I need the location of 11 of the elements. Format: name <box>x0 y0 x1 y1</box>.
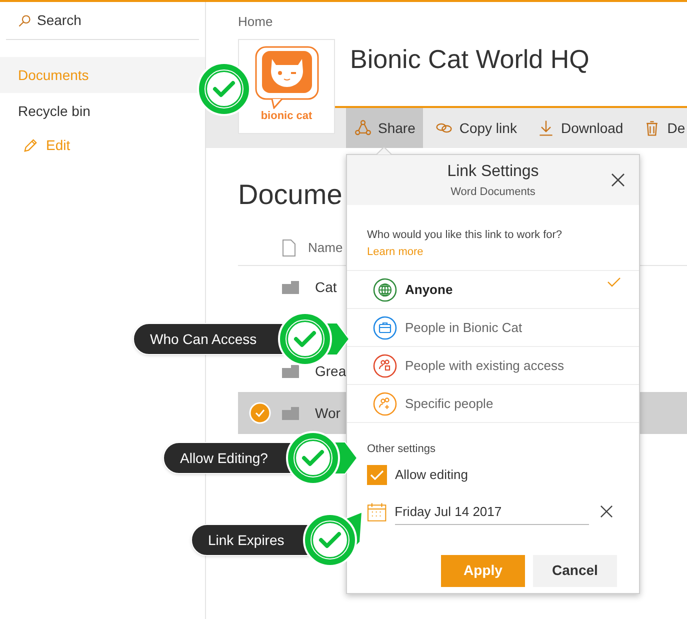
prompt-text: Who would you like this link to work for? Learn more <box>367 229 562 258</box>
file-name: Wor <box>315 404 340 422</box>
file-name: Grea <box>315 362 346 380</box>
site-title: Bionic Cat World HQ <box>350 44 590 74</box>
checkbox-label: Allow editing <box>395 466 468 484</box>
library-title: Docume <box>238 179 342 210</box>
section-label: Other settings <box>366 442 436 457</box>
panel-title: Link Settings <box>447 162 539 182</box>
file-name: Cat <box>315 278 337 296</box>
panel-subtitle: Word Documents <box>450 184 536 200</box>
logo-text: bionic cat <box>260 111 312 122</box>
